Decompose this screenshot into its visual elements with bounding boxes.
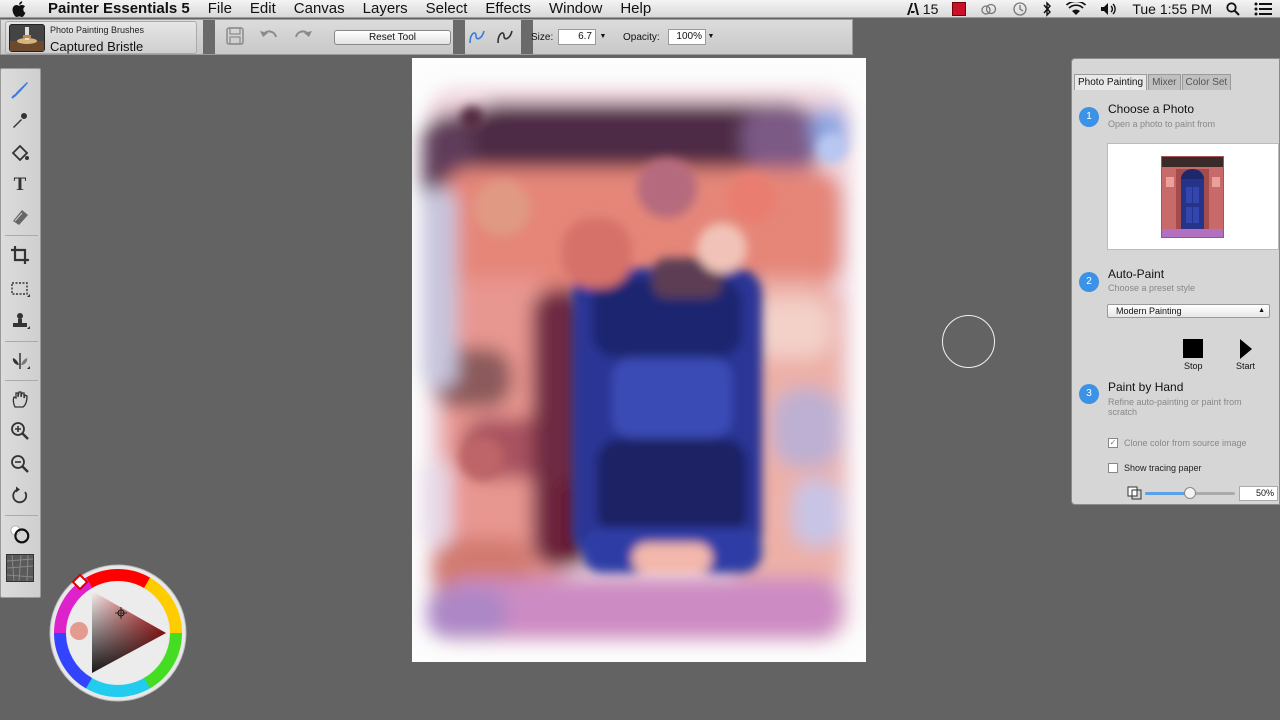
size-field[interactable]: 6.7 [558,29,596,45]
opacity-dropdown-arrow[interactable]: ▼ [706,30,716,44]
dropper-tool-icon[interactable] [9,109,31,131]
auto-paint-style-select[interactable]: Modern Painting ▲ [1107,304,1270,318]
brush-tool-icon[interactable] [9,79,31,101]
start-label: Start [1236,361,1256,371]
freehand-stroke-icon[interactable] [467,27,487,47]
temporal-color-palette[interactable] [48,563,188,703]
app-name-menu[interactable]: Painter Essentials 5 [48,0,190,17]
zoom-out-tool-icon[interactable] [9,453,31,475]
menubar-clock[interactable]: Tue 1:55 PM [1132,1,1212,17]
undo-icon[interactable] [259,27,279,47]
step-2-title: Auto-Paint [1108,267,1165,281]
save-icon[interactable] [225,27,245,47]
toolbox-divider [5,235,38,236]
opacity-label: Opacity: [623,32,660,43]
menu-layers[interactable]: Layers [363,0,408,17]
step-2-subtitle: Choose a preset style [1108,283,1196,293]
menu-select[interactable]: Select [426,0,468,17]
panel-tabs: Photo Painting Mixer Color Set [1074,74,1232,90]
redo-icon[interactable] [293,27,313,47]
step-3-subtitle: Refine auto-painting or paint from scrat… [1108,397,1242,417]
crop-tool-icon[interactable] [9,244,31,266]
brush-category-label: Photo Painting Brushes [50,25,145,35]
menu-effects[interactable]: Effects [485,0,531,17]
toolbox-divider [5,380,38,381]
propbar-divider [203,20,215,54]
toolbox-divider [5,341,38,342]
straight-stroke-icon[interactable] [495,27,515,47]
text-tool-icon[interactable]: T [9,174,31,196]
mirror-painting-tool-icon[interactable] [9,350,31,372]
stop-label: Stop [1184,361,1203,371]
photo-painting-panel: Photo Painting Mixer Color Set 1 Choose … [1071,58,1280,505]
adobe-icon [906,3,919,15]
size-dropdown-arrow[interactable]: ▼ [598,30,608,44]
red-square-icon[interactable] [952,2,967,16]
select-arrows-icon: ▲ [1258,307,1265,314]
tracing-paper-label: Show tracing paper [1124,463,1202,473]
clone-color-row: ✓ Clone color from source image [1108,438,1247,448]
clone-color-checkbox[interactable]: ✓ [1108,438,1118,448]
reset-tool-button[interactable]: Reset Tool [334,30,451,45]
tab-mixer[interactable]: Mixer [1148,74,1181,90]
stop-button[interactable] [1183,339,1203,358]
propbar-divider [453,20,465,54]
clone-color-label: Clone color from source image [1124,438,1247,448]
bluetooth-icon[interactable] [1042,1,1052,17]
tracing-opacity-knob[interactable] [1184,487,1196,499]
menu-file[interactable]: File [208,0,232,17]
brush-selector[interactable]: Photo Painting Brushes Captured Bristle [5,21,197,54]
menu-edit[interactable]: Edit [250,0,276,17]
paper-texture-icon[interactable] [6,554,34,582]
toolbox: T [0,68,41,598]
tracing-opacity-field[interactable]: 50% [1239,486,1278,501]
tab-color-set[interactable]: Color Set [1181,74,1232,90]
source-photo-thumbnail [1161,156,1224,238]
property-bar: Photo Painting Brushes Captured Bristle … [0,19,853,55]
menu-help[interactable]: Help [620,0,651,17]
time-machine-icon[interactable] [1012,1,1028,17]
source-photo-well[interactable] [1107,143,1279,250]
size-label: Size: [531,32,554,43]
painting-canvas[interactable] [412,58,866,662]
toolbox-divider [5,515,38,516]
notification-center-icon[interactable] [1254,2,1272,16]
start-button[interactable] [1240,339,1252,359]
menu-canvas[interactable]: Canvas [294,0,345,17]
grabber-tool-icon[interactable] [9,388,31,410]
wifi-icon[interactable] [1066,2,1087,16]
volume-icon[interactable] [1100,2,1118,16]
rotate-page-tool-icon[interactable] [9,485,31,507]
clone-stamp-tool-icon[interactable] [9,310,31,332]
step-1-title: Choose a Photo [1108,102,1195,116]
color-swatches-icon[interactable] [9,524,31,546]
zoom-in-tool-icon[interactable] [9,420,31,442]
status-area: 15 Tue 1:55 PM [906,0,1272,18]
tracing-paper-icon [1127,486,1142,500]
auto-paint-style-value: Modern Painting [1116,306,1182,316]
adobe-status-item[interactable]: 15 [906,1,939,17]
opacity-field[interactable]: 100% [668,29,706,45]
current-color-swatch [70,622,88,640]
step-3-badge: 3 [1079,384,1099,404]
tracing-paper-checkbox[interactable] [1108,463,1118,473]
menu-bar: Painter Essentials 5 File Edit Canvas La… [0,0,1280,18]
brush-variant-icon [9,24,45,52]
eraser-tool-icon[interactable] [9,206,31,228]
cloud-icon[interactable] [980,3,998,15]
apple-icon[interactable] [12,0,34,17]
tracing-paper-row: Show tracing paper [1108,463,1202,473]
step-1-badge: 1 [1079,107,1099,127]
spotlight-search-icon[interactable] [1226,2,1240,16]
step-1-subtitle: Open a photo to paint from [1108,119,1216,129]
step-2-badge: 2 [1079,272,1099,292]
brush-cursor-circle [942,315,995,368]
menu-window[interactable]: Window [549,0,602,17]
rectangular-selection-tool-icon[interactable] [9,278,31,300]
step-3-title: Paint by Hand [1108,380,1184,394]
brush-variant-name: Captured Bristle [50,39,144,54]
paint-bucket-tool-icon[interactable] [9,142,31,164]
adobe-count: 15 [922,1,939,17]
tab-photo-painting[interactable]: Photo Painting [1074,74,1148,90]
